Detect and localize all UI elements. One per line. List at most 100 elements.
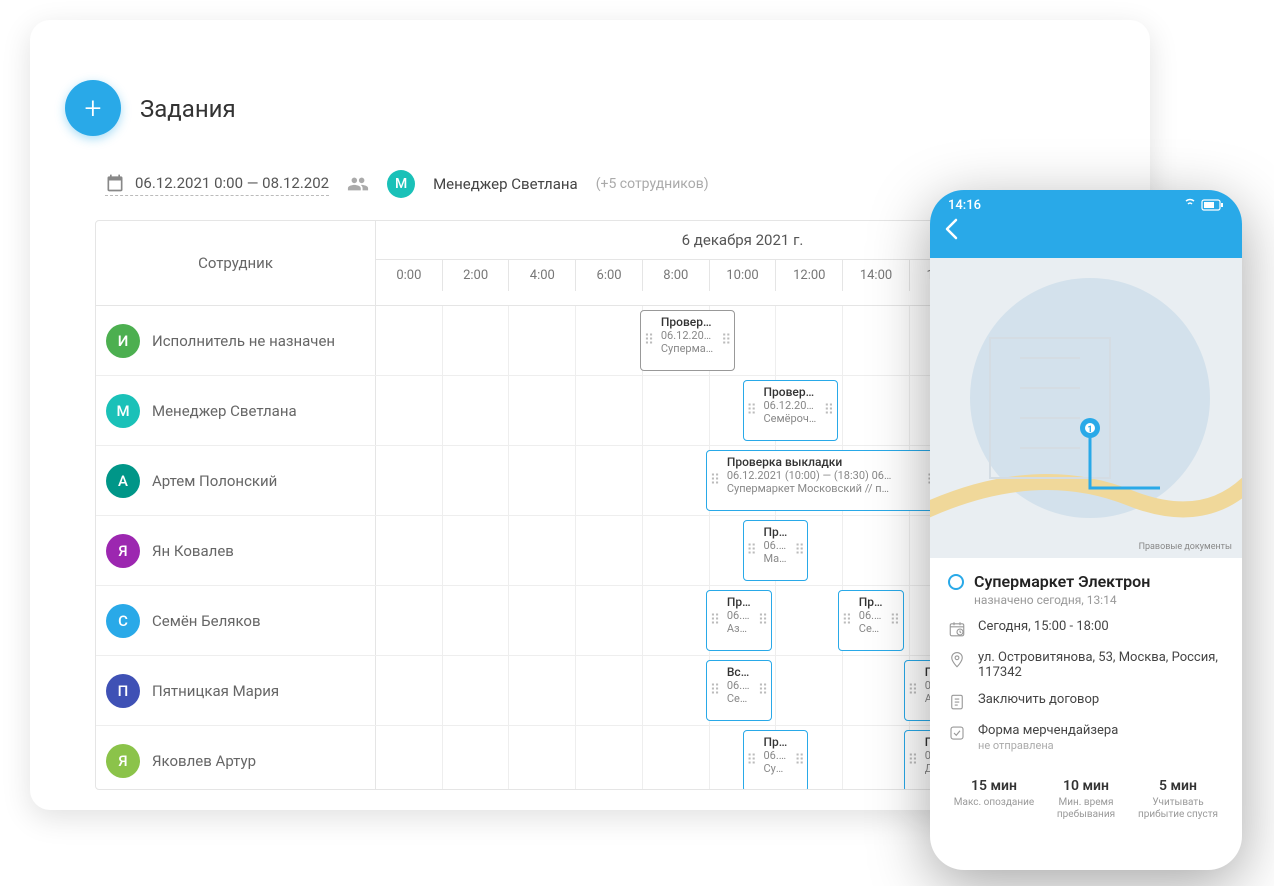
drag-handle-icon[interactable]: ⠿ [794, 758, 804, 765]
task-location: Семёрочка // … [764, 412, 817, 425]
hour-label: 6:00 [576, 260, 643, 291]
employee-cell[interactable]: ИИсполнитель не назначен [96, 306, 376, 375]
phone-stat: 15 мин Макс. опоздание [948, 778, 1040, 821]
people-icon [347, 173, 369, 195]
employee-cell[interactable]: С Семён Беляков [96, 586, 376, 655]
drag-handle-icon[interactable]: ⠿ [890, 617, 900, 624]
status-circle-icon [948, 574, 964, 590]
schedule-line: Сегодня, 15:00 - 18:00 [948, 619, 1224, 638]
drag-handle-icon[interactable]: ⠿ [747, 758, 757, 765]
drag-handle-icon[interactable]: ⠿ [721, 337, 731, 344]
phone-stats: 15 мин Макс. опоздание10 мин Мин. время пр… [948, 766, 1224, 821]
manager-avatar[interactable]: М [387, 170, 415, 198]
poi-subtitle: назначено сегодня, 13:14 [974, 593, 1150, 607]
employee-cell[interactable]: П Пятницкая Мария [96, 656, 376, 725]
drag-handle-icon[interactable]: ⠿ [710, 687, 720, 694]
drag-handle-icon[interactable]: ⠿ [842, 617, 852, 624]
employee-avatar: Я [106, 534, 140, 568]
filters-bar: 06.12.2021 0:00 — 08.12.202 М Менеджер С… [105, 170, 709, 198]
stat-value: 15 мин [948, 778, 1040, 794]
task-title: Проверка выкладки [727, 455, 920, 469]
employee-name: Семён Беляков [152, 612, 261, 630]
hour-label: 0:00 [376, 260, 443, 291]
stat-value: 10 мин [1040, 778, 1132, 794]
phone-mockup: 14:16 1 Правовые документы Супермаркет Э… [930, 190, 1242, 870]
employee-avatar: П [106, 674, 140, 708]
form-line[interactable]: Форма мерчендайзера не отправлена [948, 723, 1224, 752]
task-title: Проверка вы… [764, 385, 817, 399]
task-time: 06.12.2021 (10:00) — (18:30) 06… [727, 469, 920, 482]
task-time: 06.12… [859, 609, 883, 622]
drag-handle-icon[interactable]: ⠿ [824, 407, 834, 414]
document-icon [948, 693, 966, 711]
calendar-icon [105, 173, 125, 193]
map-attribution: Правовые документы [1139, 542, 1232, 552]
task-time: 06.12… [727, 679, 751, 692]
action-line[interactable]: Заключить договор [948, 692, 1224, 711]
hour-label: 12:00 [776, 260, 843, 291]
drag-handle-icon[interactable]: ⠿ [710, 477, 720, 484]
hour-label: 8:00 [643, 260, 710, 291]
employee-name: Исполнитель не назначен [152, 332, 335, 350]
hour-label: 2:00 [443, 260, 510, 291]
chevron-left-icon [944, 218, 958, 240]
task-location: Супер… [764, 762, 788, 775]
employee-cell[interactable]: ЯЯковлев Артур [96, 726, 376, 790]
drag-handle-icon[interactable]: ⠿ [710, 617, 720, 624]
employee-cell[interactable]: ЯЯн Ковалев [96, 516, 376, 585]
stat-label: Мин. время пребывания [1040, 797, 1132, 821]
task-card[interactable]: ⠿ През…06.12…Супер… ⠿ [743, 730, 809, 790]
task-time: 06.12… [764, 749, 788, 762]
task-card[interactable]: ⠿Пров…06.12…Азбук…⠿ [706, 590, 772, 651]
date-range-text: 06.12.2021 0:00 — 08.12.202 [135, 174, 329, 192]
phone-map[interactable]: 1 Правовые документы [930, 258, 1242, 558]
employee-name: Пятницкая Мария [152, 682, 279, 700]
drag-handle-icon[interactable]: ⠿ [794, 547, 804, 554]
drag-handle-icon[interactable]: ⠿ [908, 687, 918, 694]
task-title: Проверка вы… [661, 315, 714, 329]
task-card[interactable]: ⠿ Проверка вы…06.12.2021 (1…Семёрочка // … [743, 380, 838, 441]
calendar-clock-icon [948, 620, 966, 638]
task-title: През… [764, 735, 788, 749]
task-location: Семё… [859, 622, 883, 635]
drag-handle-icon[interactable]: ⠿ [747, 407, 757, 414]
task-location: Супермаркет Московский // п… [727, 482, 920, 495]
phone-time: 14:16 [948, 198, 981, 216]
employee-avatar: С [106, 604, 140, 638]
task-location: Семё… [727, 692, 751, 705]
drag-handle-icon[interactable]: ⠿ [644, 337, 654, 344]
employee-cell[interactable]: ММенеджер Светлана [96, 376, 376, 445]
add-task-button[interactable]: + [65, 80, 121, 136]
task-card[interactable]: ⠿Проверка вы…06.12.2021 (8:…Супермаркет … [640, 310, 735, 371]
task-card[interactable]: ⠿ Проверка выкладки06.12.2021 (10:00) — (… [706, 450, 941, 511]
manager-extra[interactable]: (+5 сотрудников) [596, 176, 709, 192]
task-card[interactable]: ⠿Пром…06.12…Семё…⠿ [838, 590, 904, 651]
task-time: 06.12.2021 (8:… [661, 329, 714, 342]
drag-handle-icon[interactable]: ⠿ [908, 758, 918, 765]
drag-handle-icon[interactable]: ⠿ [747, 547, 757, 554]
employee-name: Артем Полонский [152, 472, 277, 490]
task-title: Встре… [727, 665, 751, 679]
drag-handle-icon[interactable]: ⠿ [758, 617, 768, 624]
stat-label: Макс. опоздание [948, 797, 1040, 809]
stat-value: 5 мин [1132, 778, 1224, 794]
employee-avatar: М [106, 394, 140, 428]
date-range-picker[interactable]: 06.12.2021 0:00 — 08.12.202 [105, 173, 329, 196]
phone-stat: 5 минУчитывать прибытие спустя [1132, 778, 1224, 821]
task-card[interactable]: ⠿Пром…06.12…Мага…⠿ [743, 520, 809, 581]
manager-name[interactable]: Менеджер Светлана [433, 175, 578, 193]
task-time: 06.12.2021 (1… [764, 399, 817, 412]
task-time: 06.12… [727, 609, 751, 622]
checkbox-icon [948, 724, 966, 742]
hour-label: 14:00 [843, 260, 910, 291]
location-icon [948, 651, 966, 669]
employee-avatar: Я [106, 744, 140, 778]
phone-back-button[interactable] [944, 218, 958, 246]
employee-cell[interactable]: ААртем Полонский [96, 446, 376, 515]
svg-text:1: 1 [1087, 425, 1092, 435]
task-card[interactable]: ⠿ Встре…06.12…Семё… ⠿ [706, 660, 772, 721]
page-title: Задания [140, 95, 236, 123]
employee-column-header: Сотрудник [96, 221, 376, 305]
drag-handle-icon[interactable]: ⠿ [758, 687, 768, 694]
poi-title: Супермаркет Электрон [974, 572, 1150, 591]
